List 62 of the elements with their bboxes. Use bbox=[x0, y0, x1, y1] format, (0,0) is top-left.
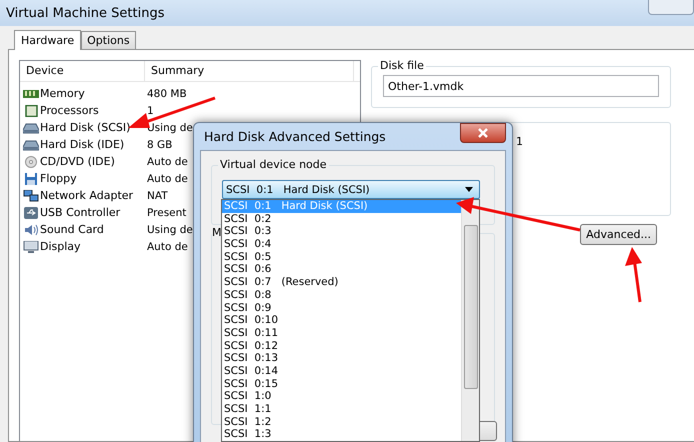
dropdown-option[interactable]: SCSI 0:7 (Reserved) bbox=[222, 276, 461, 289]
device-name[interactable]: Display bbox=[40, 240, 81, 253]
speaker-icon bbox=[23, 224, 39, 236]
dropdown-option[interactable]: SCSI 0:6 bbox=[222, 263, 461, 276]
tab[interactable]: Options bbox=[81, 31, 136, 49]
device-name[interactable]: Processors bbox=[40, 104, 99, 117]
info-text: 1 bbox=[516, 135, 523, 150]
dropdown-option[interactable]: SCSI 0:10 bbox=[222, 314, 461, 327]
device-node-dropdown[interactable]: SCSI 0:1 Hard Disk (SCSI) bbox=[222, 180, 480, 199]
dropdown-option[interactable]: SCSI 1:2 bbox=[222, 416, 461, 428]
device-summary: Auto de bbox=[146, 156, 188, 168]
caret-icon bbox=[465, 187, 473, 192]
disk-file-field[interactable]: Other-1.vmdk bbox=[383, 75, 659, 97]
device-summary: Auto de bbox=[146, 240, 188, 252]
close-button[interactable] bbox=[460, 122, 506, 142]
device-name[interactable]: Floppy bbox=[40, 172, 77, 185]
dropdown-option[interactable]: SCSI 1:3 bbox=[222, 428, 461, 441]
floppy-icon bbox=[23, 172, 39, 184]
monitor-icon bbox=[23, 240, 39, 252]
close-icon bbox=[477, 128, 489, 138]
dropdown-option[interactable]: SCSI 0:9 bbox=[222, 302, 461, 314]
device-summary: 1 bbox=[146, 104, 154, 116]
device-summary: Present bbox=[146, 206, 186, 218]
device-name[interactable]: Memory bbox=[40, 87, 85, 100]
network-computers-icon bbox=[23, 190, 39, 202]
dropdown-option[interactable]: SCSI 0:12 bbox=[222, 340, 461, 352]
dialog-title: Hard Disk Advanced Settings bbox=[204, 129, 386, 144]
annotation-arrow bbox=[625, 247, 642, 302]
dropdown-option[interactable]: SCSI 0:4 bbox=[222, 238, 461, 251]
dropdown-option[interactable]: SCSI 0:14 bbox=[222, 364, 461, 378]
memory-chip-icon bbox=[23, 88, 39, 100]
disc-icon bbox=[23, 156, 39, 168]
device-name[interactable]: USB Controller bbox=[40, 206, 120, 219]
tab[interactable]: Hardware bbox=[14, 30, 82, 50]
advanced-button[interactable]: Advanced... bbox=[580, 224, 657, 245]
device-summary: 8 GB bbox=[146, 138, 172, 150]
dropdown-option[interactable]: SCSI 0:15 bbox=[222, 378, 461, 390]
device-name[interactable]: Sound Card bbox=[40, 223, 104, 236]
usb-icon bbox=[23, 206, 39, 218]
group-label: Disk file bbox=[378, 59, 426, 72]
dropdown-option[interactable]: SCSI 0:8 bbox=[222, 288, 461, 302]
device-summary: NAT bbox=[146, 190, 168, 202]
scrollbar[interactable] bbox=[461, 200, 479, 441]
device-name[interactable]: CD/DVD (IDE) bbox=[40, 155, 115, 168]
dropdown-option[interactable]: SCSI 1:0 bbox=[222, 390, 461, 403]
device-name[interactable]: Hard Disk (SCSI) bbox=[40, 121, 130, 134]
dropdown-option[interactable]: SCSI 0:5 bbox=[222, 250, 461, 264]
dropdown-option[interactable]: SCSI 0:11 bbox=[222, 326, 461, 340]
device-summary: 480 MB bbox=[146, 88, 187, 100]
dropdown-option[interactable]: SCSI 0:13 bbox=[222, 352, 461, 365]
dropdown-option[interactable]: SCSI 1:1 bbox=[222, 403, 461, 416]
device-summary: Using de bbox=[146, 224, 193, 236]
dropdown-option[interactable]: SCSI 0:3 bbox=[222, 225, 461, 238]
window-title: Virtual Machine Settings bbox=[6, 6, 164, 20]
dropdown-option[interactable]: SCSI 0:2 bbox=[222, 212, 461, 226]
device-name[interactable]: Hard Disk (IDE) bbox=[40, 138, 124, 151]
processor-icon bbox=[23, 104, 39, 116]
device-summary: Auto de bbox=[146, 172, 188, 184]
column-header[interactable]: Device bbox=[20, 61, 145, 81]
column-header[interactable]: Summary bbox=[145, 61, 354, 81]
device-name[interactable]: Network Adapter bbox=[40, 189, 134, 202]
group-label: Virtual device node bbox=[218, 158, 329, 171]
